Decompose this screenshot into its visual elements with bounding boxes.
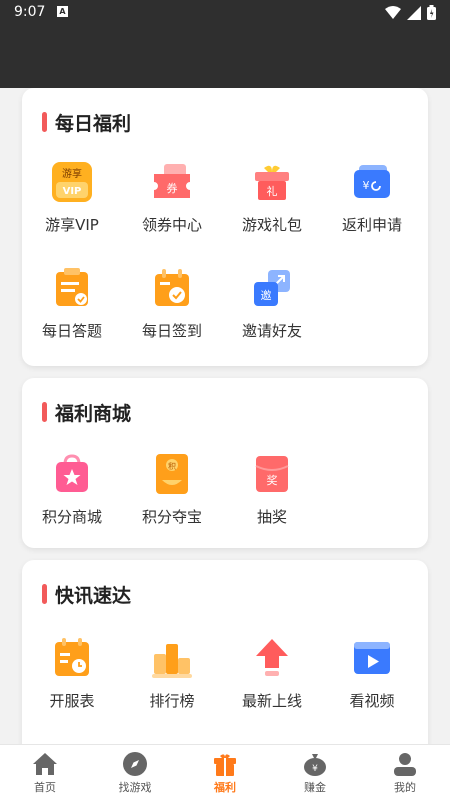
- grid-item-label: 游享VIP: [45, 216, 99, 234]
- new-launch-arrow-icon: [256, 639, 288, 676]
- section-accent-bar: [42, 402, 47, 422]
- server-schedule-icon: [55, 638, 89, 676]
- grid-item-daily-checkin[interactable]: 每日签到: [122, 266, 222, 341]
- grid-item-label: 游戏礼包: [241, 216, 302, 234]
- grid-item-gift-package[interactable]: 礼 游戏礼包: [222, 160, 322, 235]
- svg-text:¥: ¥: [363, 179, 370, 192]
- tab-welfare[interactable]: 福利: [180, 745, 270, 800]
- section-title: 快讯速达: [42, 582, 131, 607]
- gift-icon: [214, 754, 236, 776]
- grid-item-server-schedule[interactable]: 开服表: [22, 636, 122, 711]
- grid-item-label: 领券中心: [141, 216, 202, 234]
- news-express-card: 快讯速达 开服表 排行榜 最新上线 看视频: [22, 560, 428, 744]
- home-icon: [33, 753, 57, 775]
- gift-package-icon: 礼: [255, 165, 289, 200]
- checkin-calendar-icon: [155, 269, 189, 306]
- grid-item-label: 看视频: [349, 692, 395, 710]
- grid-item-label: 开服表: [49, 692, 95, 710]
- grid-item-label: 邀请好友: [241, 322, 302, 340]
- grid-item-label: 排行榜: [149, 692, 195, 710]
- tab-find-games[interactable]: 找游戏: [90, 745, 180, 800]
- tab-home[interactable]: 首页: [0, 745, 90, 800]
- lottery-icon: 奖: [255, 456, 289, 492]
- compass-icon: [123, 752, 147, 776]
- grid-item-label: 积分夺宝: [141, 508, 202, 526]
- user-icon: [394, 753, 416, 776]
- grid-item-label: 每日答题: [41, 322, 102, 340]
- ranking-podium-icon: [152, 644, 192, 678]
- header-band: [0, 26, 450, 88]
- vip-icon: 游享 VIP: [52, 162, 92, 202]
- grid-item-invite-friends[interactable]: 邀 邀请好友: [222, 266, 322, 341]
- svg-text:邀: 邀: [261, 288, 272, 302]
- grid-item-ranking[interactable]: 排行榜: [122, 636, 222, 711]
- svg-text:奖: 奖: [267, 473, 278, 487]
- section-accent-bar: [42, 112, 47, 132]
- invite-icon: 邀: [254, 270, 290, 306]
- quiz-clipboard-icon: [56, 268, 88, 306]
- welfare-mall-card: 福利商城 积分商城 积 积分夺宝 奖 抽奖: [22, 378, 428, 548]
- tab-mine[interactable]: 我的: [360, 745, 450, 800]
- status-bar: 9:07 A: [0, 0, 450, 26]
- grid-item-new-launch[interactable]: 最新上线: [222, 636, 322, 711]
- grid-item-label: 抽奖: [256, 508, 287, 526]
- video-icon: [354, 642, 390, 674]
- svg-text:礼: 礼: [267, 184, 278, 198]
- section-accent-bar: [42, 584, 47, 604]
- coupon-icon: 券: [154, 164, 190, 198]
- grid-item-label: 积分商城: [41, 508, 102, 526]
- daily-welfare-card: 每日福利 游享 VIP 游享VIP 券 领券中心 礼 游戏礼包 ¥ 返利申请 每…: [22, 88, 428, 366]
- grid-item-coupon[interactable]: 券 领券中心: [122, 160, 222, 235]
- svg-text:VIP: VIP: [63, 186, 82, 197]
- grid-item-label: 最新上线: [241, 692, 302, 710]
- grid-item-points-mall[interactable]: 积分商城: [22, 452, 122, 527]
- grid-item-watch-video[interactable]: 看视频: [322, 636, 422, 711]
- grid-item-points-treasure[interactable]: 积 积分夺宝: [122, 452, 222, 527]
- notification-a-icon: A: [57, 6, 68, 17]
- money-bag-icon: ¥: [304, 754, 326, 776]
- tab-earn-gold[interactable]: ¥ 赚金: [270, 745, 360, 800]
- section-title: 福利商城: [42, 400, 131, 425]
- wifi-icon: [385, 5, 401, 19]
- grid-item-label: 每日签到: [141, 322, 202, 340]
- grid-item-daily-quiz[interactable]: 每日答题: [22, 266, 122, 341]
- grid-item-rebate[interactable]: ¥ 返利申请: [322, 160, 422, 235]
- svg-text:¥: ¥: [312, 764, 318, 774]
- grid-item-lottery[interactable]: 奖 抽奖: [222, 452, 322, 527]
- svg-text:积: 积: [168, 461, 176, 471]
- section-title: 每日福利: [42, 110, 131, 135]
- signal-icon: [407, 5, 421, 20]
- grid-item-vip[interactable]: 游享 VIP 游享VIP: [22, 160, 122, 235]
- status-time: 9:07: [14, 4, 46, 20]
- status-icons: [385, 5, 436, 20]
- welfare-scroll-area[interactable]: 每日福利 游享 VIP 游享VIP 券 领券中心 礼 游戏礼包 ¥ 返利申请 每…: [0, 88, 450, 744]
- svg-text:券: 券: [167, 181, 178, 195]
- svg-text:游享: 游享: [62, 167, 82, 180]
- treasure-envelope-icon: 积: [156, 454, 188, 494]
- rebate-wallet-icon: ¥: [354, 165, 390, 198]
- battery-icon: [427, 5, 436, 20]
- bottom-tab-bar: 首页 找游戏 福利 ¥ 赚金 我的: [0, 744, 450, 800]
- grid-item-label: 返利申请: [341, 216, 402, 234]
- shopping-bag-icon: [56, 454, 88, 492]
